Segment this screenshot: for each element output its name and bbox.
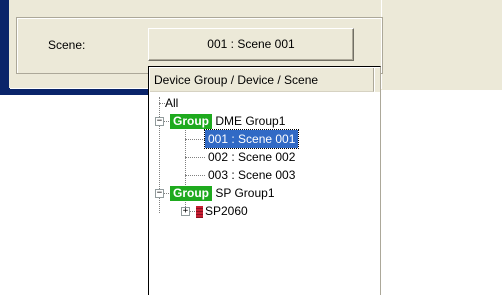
tree-guide	[164, 121, 169, 122]
scene-label: Scene:	[48, 38, 86, 52]
tree-guide	[164, 193, 169, 194]
tree-item-all[interactable]: All	[165, 94, 178, 112]
tree-item-scene-002[interactable]: 002 : Scene 002	[208, 148, 295, 166]
tree-guide	[185, 139, 205, 140]
group-badge: Group	[170, 114, 212, 130]
window-frame-left	[0, 0, 9, 95]
expand-toggle-sp2060[interactable]: +	[181, 207, 190, 216]
device-icon	[196, 205, 203, 218]
tree-guide	[190, 211, 195, 212]
window-frame-bottom	[0, 88, 148, 95]
tree-item-sp-group1[interactable]: Group SP Group1	[170, 184, 275, 202]
tree-guide	[185, 157, 205, 158]
group-badge: Group	[170, 186, 212, 202]
tree-item-sp2060[interactable]: SP2060	[196, 202, 248, 220]
tree-column-header-bar: Device Group / Device / Scene	[150, 68, 380, 92]
scene-dropdown: Device Group / Device / Scene All − Grou…	[148, 66, 381, 295]
column-header-device-group[interactable]: Device Group / Device / Scene	[150, 68, 374, 92]
group-name: SP Group1	[215, 186, 275, 200]
scene-tree: All − Group DME Group1 001 : Scene 001 0…	[149, 93, 379, 293]
tree-item-scene-003[interactable]: 003 : Scene 003	[208, 166, 295, 184]
scene-select-button[interactable]: 001 : Scene 001	[148, 28, 354, 61]
device-name: SP2060	[205, 204, 248, 218]
collapse-toggle-sp-group1[interactable]: −	[155, 189, 164, 198]
collapse-toggle-dme-group1[interactable]: −	[155, 117, 164, 126]
tree-item-scene-001[interactable]: 001 : Scene 001	[203, 129, 300, 149]
tree-guide	[185, 175, 205, 176]
tree-item-dme-group1[interactable]: Group DME Group1	[170, 112, 285, 130]
group-name: DME Group1	[215, 114, 286, 128]
